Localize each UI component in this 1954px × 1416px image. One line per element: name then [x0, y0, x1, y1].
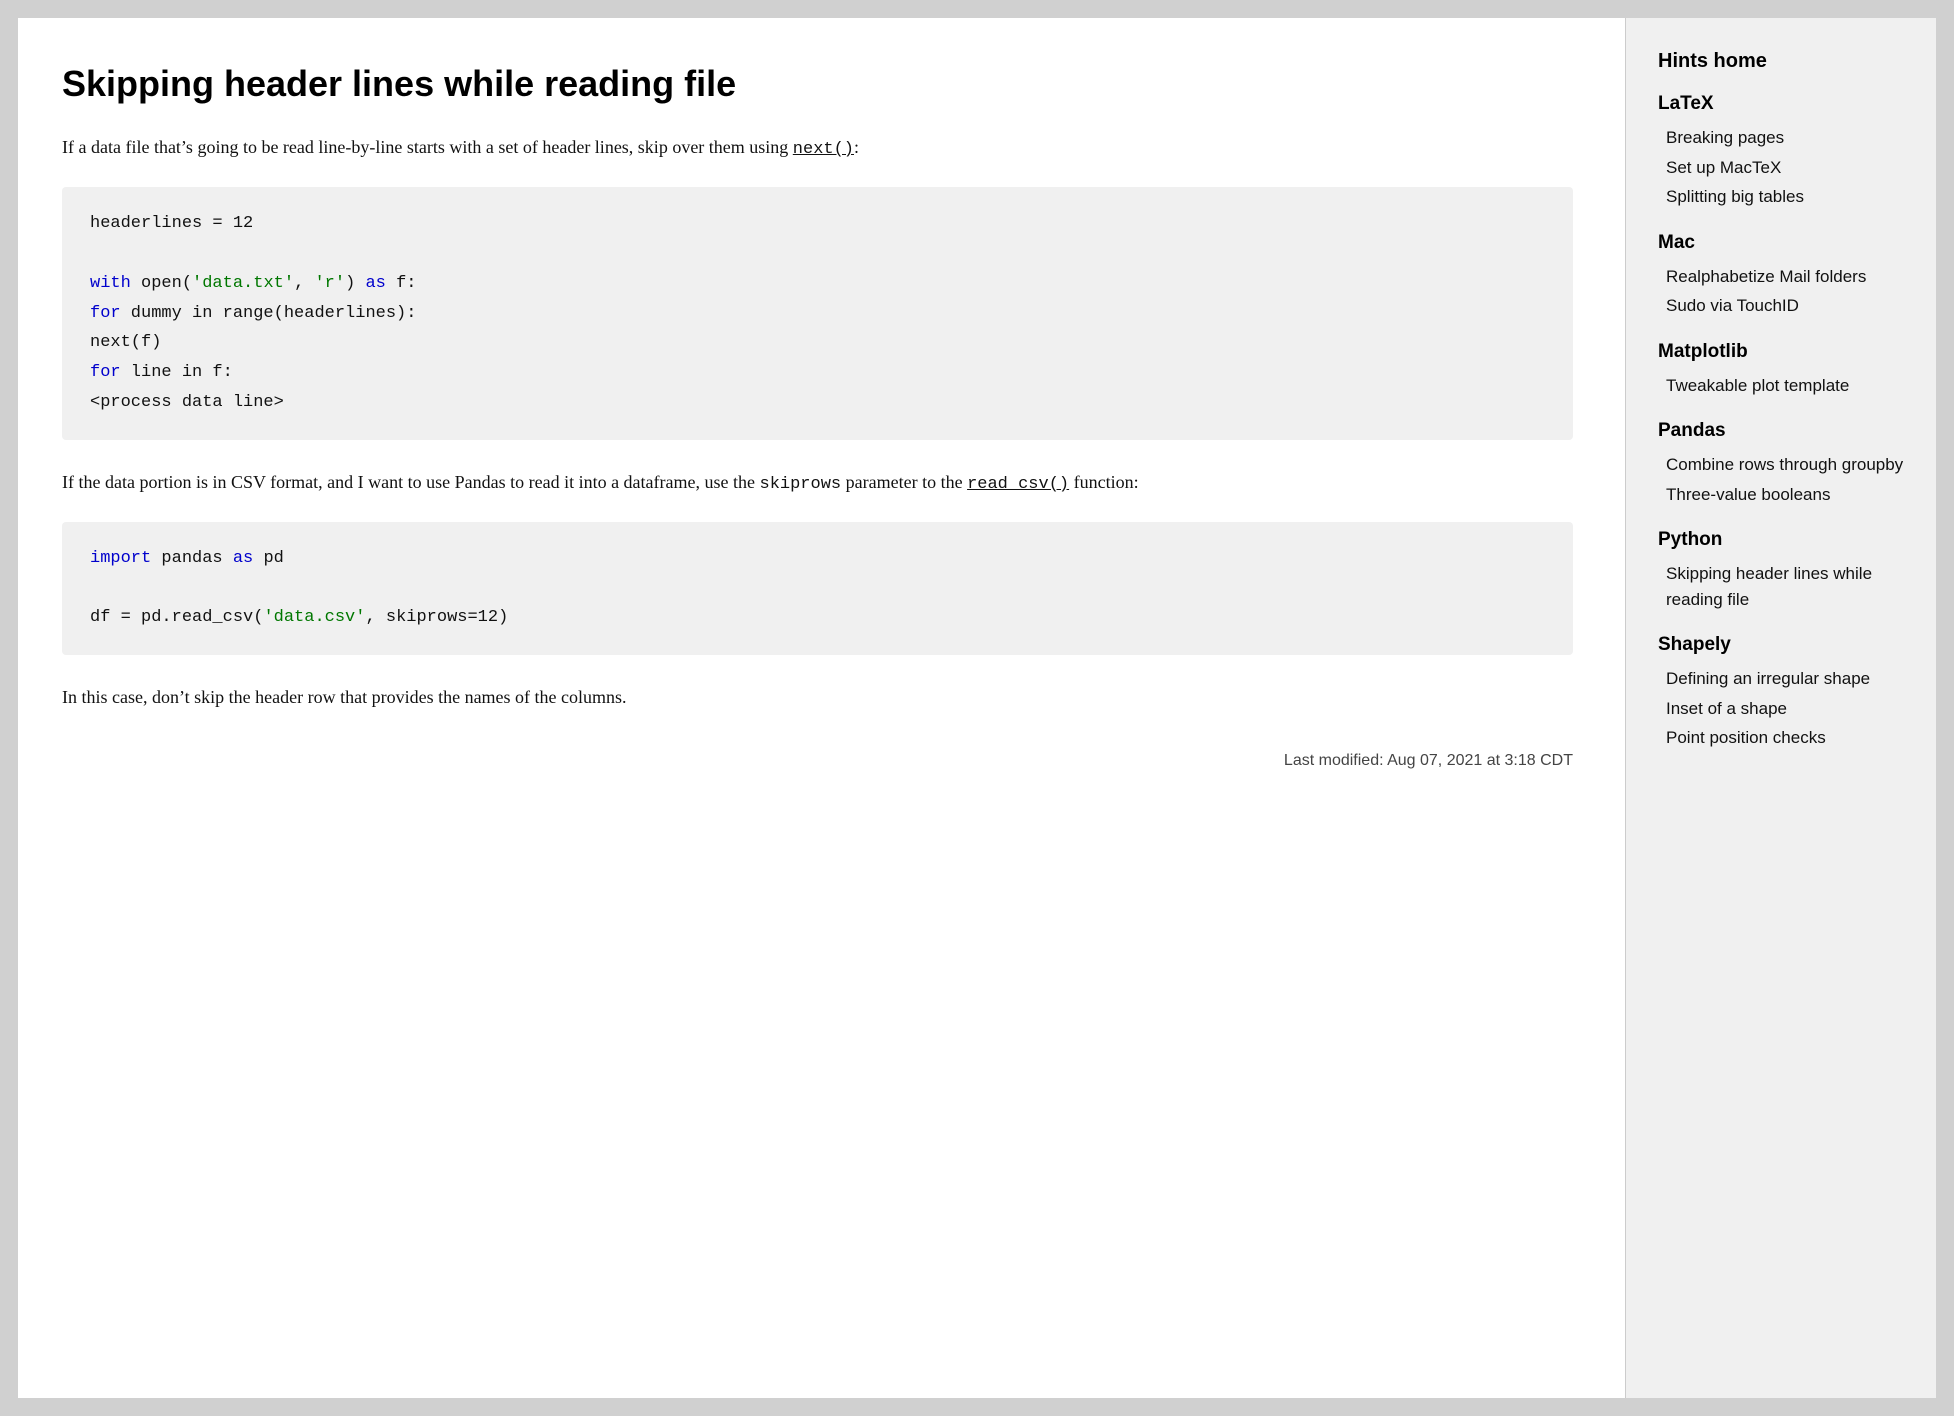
sidebar-link-tweakable-plot[interactable]: Tweakable plot template	[1658, 371, 1908, 401]
sidebar-section-title-shapely: Shapely	[1658, 634, 1908, 656]
sidebar-link-realphabetize[interactable]: Realphabetize Mail folders	[1658, 262, 1908, 292]
mid-text-after: function:	[1069, 472, 1139, 492]
code-comma: ,	[294, 274, 314, 293]
code-str-r: 'r'	[314, 274, 345, 293]
last-modified: Last modified: Aug 07, 2021 at 3:18 CDT	[62, 752, 1573, 770]
code2-df-before: df = pd.read_csv(	[90, 608, 263, 627]
sidebar-link-skipping-header[interactable]: Skipping header lines while reading file	[1658, 559, 1908, 614]
sidebar-section-python: Python Skipping header lines while readi…	[1658, 529, 1908, 614]
mid-paragraph: If the data portion is in CSV format, an…	[62, 468, 1573, 498]
sidebar-link-breaking-pages[interactable]: Breaking pages	[1658, 123, 1908, 153]
code-for-1-rest: dummy in range(headerlines):	[121, 304, 417, 323]
sidebar-link-splitting-tables[interactable]: Splitting big tables	[1658, 182, 1908, 212]
code2-str-data-csv: 'data.csv'	[263, 608, 365, 627]
code2-line-3: df = pd.read_csv('data.csv', skiprows=12…	[90, 603, 1545, 633]
intro-text-before: If a data file that’s going to be read l…	[62, 137, 793, 157]
code-process-line: <process data line>	[90, 393, 284, 412]
sidebar-section-mac: Mac Realphabetize Mail folders Sudo via …	[1658, 232, 1908, 321]
sidebar-link-combine-rows[interactable]: Combine rows through groupby	[1658, 450, 1908, 480]
code-block-2: import pandas as pd df = pd.read_csv('da…	[62, 522, 1573, 655]
code2-pandas: pandas	[151, 549, 233, 568]
code-line-4: for dummy in range(headerlines):	[90, 299, 1545, 329]
sidebar-section-matplotlib: Matplotlib Tweakable plot template	[1658, 341, 1908, 401]
page-wrapper: Skipping header lines while reading file…	[18, 18, 1936, 1398]
intro-paragraph: If a data file that’s going to be read l…	[62, 133, 1573, 163]
sidebar-link-inset-shape[interactable]: Inset of a shape	[1658, 694, 1908, 724]
sidebar-link-sudo-touchid[interactable]: Sudo via TouchID	[1658, 291, 1908, 321]
page-title: Skipping header lines while reading file	[62, 62, 1573, 105]
kw-with: with	[90, 274, 131, 293]
sidebar-section-title-latex: LaTeX	[1658, 93, 1908, 115]
mid-text-middle: parameter to the	[841, 472, 967, 492]
read-csv-code: read_csv()	[967, 475, 1069, 494]
code-line-5: next(f)	[90, 328, 1545, 358]
sidebar-title[interactable]: Hints home	[1658, 50, 1908, 73]
sidebar-section-shapely: Shapely Defining an irregular shape Inse…	[1658, 634, 1908, 753]
sidebar-link-three-value[interactable]: Three-value booleans	[1658, 480, 1908, 510]
kw-as-1: as	[365, 274, 385, 293]
sidebar-link-irregular-shape[interactable]: Defining an irregular shape	[1658, 664, 1908, 694]
code-block-1: headerlines = 12 with open('data.txt', '…	[62, 187, 1573, 439]
kw-for-1: for	[90, 304, 121, 323]
code-close-paren: )	[345, 274, 365, 293]
kw-for-2: for	[90, 363, 121, 382]
main-content: Skipping header lines while reading file…	[18, 18, 1626, 1398]
mid-text-before: If the data portion is in CSV format, an…	[62, 472, 760, 492]
code-next-f: next(f)	[90, 333, 161, 352]
sidebar: Hints home LaTeX Breaking pages Set up M…	[1626, 18, 1936, 1398]
code-for-2-rest: line in f:	[121, 363, 233, 382]
code-line-7: <process data line>	[90, 388, 1545, 418]
sidebar-section-title-python: Python	[1658, 529, 1908, 551]
code-line-1: headerlines = 12	[90, 209, 1545, 239]
code-f-colon: f:	[386, 274, 417, 293]
skiprows-code: skiprows	[760, 475, 842, 494]
code2-line-1: import pandas as pd	[90, 544, 1545, 574]
sidebar-section-pandas: Pandas Combine rows through groupby Thre…	[1658, 420, 1908, 509]
sidebar-section-title-matplotlib: Matplotlib	[1658, 341, 1908, 363]
sidebar-section-latex: LaTeX Breaking pages Set up MacTeX Split…	[1658, 93, 1908, 212]
code-str-data-txt: 'data.txt'	[192, 274, 294, 293]
sidebar-link-setup-mactex[interactable]: Set up MacTeX	[1658, 153, 1908, 183]
intro-text-after: :	[854, 137, 859, 157]
sidebar-link-point-position[interactable]: Point position checks	[1658, 723, 1908, 753]
code-line-6: for line in f:	[90, 358, 1545, 388]
bottom-paragraph: In this case, don’t skip the header row …	[62, 683, 1573, 712]
code-open-paren: open(	[131, 274, 192, 293]
kw-as-2: as	[233, 549, 253, 568]
sidebar-section-title-pandas: Pandas	[1658, 420, 1908, 442]
code2-pd: pd	[253, 549, 284, 568]
code-line-3: with open('data.txt', 'r') as f:	[90, 269, 1545, 299]
code-line-2	[90, 239, 1545, 269]
kw-import: import	[90, 549, 151, 568]
code2-line-2	[90, 574, 1545, 604]
code2-df-after: , skiprows=12)	[365, 608, 508, 627]
next-function-code: next()	[793, 140, 854, 159]
sidebar-section-title-mac: Mac	[1658, 232, 1908, 254]
